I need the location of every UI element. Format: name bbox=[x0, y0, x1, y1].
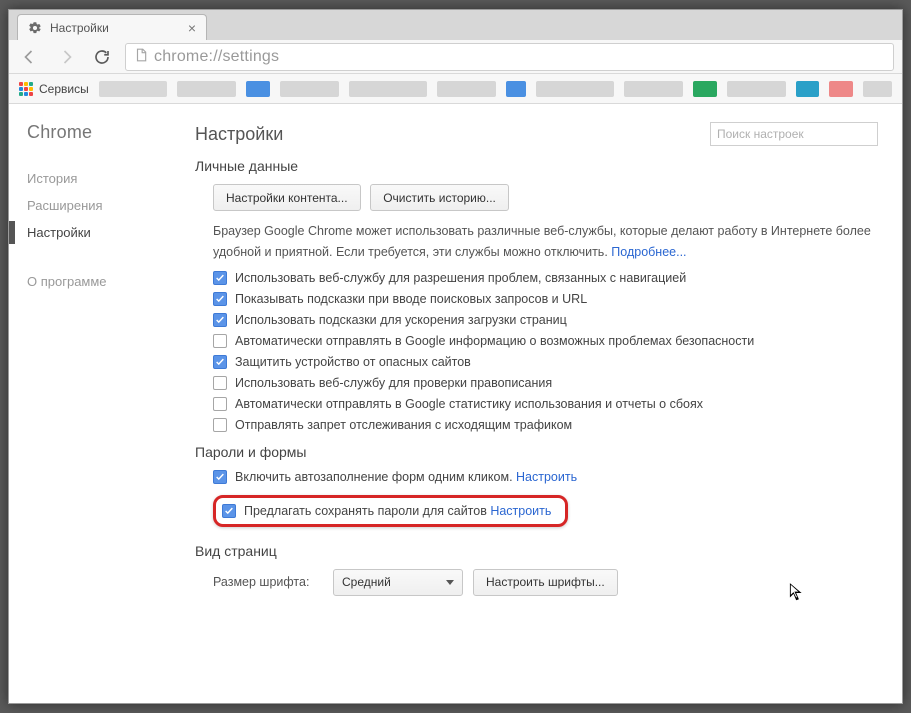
apps-label: Сервисы bbox=[39, 82, 89, 96]
settings-search-input[interactable] bbox=[710, 122, 878, 146]
checkbox-icon bbox=[213, 292, 227, 306]
sidebar-brand: Chrome bbox=[27, 122, 179, 143]
apps-button[interactable]: Сервисы bbox=[19, 82, 89, 96]
toolbar: chrome://settings bbox=[9, 40, 902, 74]
bookmark-item[interactable] bbox=[624, 81, 683, 97]
checkbox-icon bbox=[213, 418, 227, 432]
check-navigation[interactable]: Использовать веб-службу для разрешения п… bbox=[213, 271, 878, 285]
tab-settings[interactable]: Настройки × bbox=[17, 14, 207, 40]
check-save-passwords[interactable]: Предлагать сохранять пароли для сайтов Н… bbox=[222, 504, 551, 518]
section-view: Вид страниц bbox=[195, 543, 878, 559]
bookmark-item[interactable] bbox=[177, 81, 236, 97]
bookmark-item[interactable] bbox=[536, 81, 615, 97]
passwords-configure-link[interactable]: Настроить bbox=[490, 504, 551, 518]
bookmark-item[interactable] bbox=[863, 81, 892, 97]
browser-window: Настройки × chrome://settings bbox=[8, 9, 903, 704]
checkbox-icon bbox=[213, 271, 227, 285]
omnibox-url: chrome://settings bbox=[154, 48, 279, 66]
back-button[interactable] bbox=[17, 44, 43, 70]
check-suggest[interactable]: Показывать подсказки при вводе поисковых… bbox=[213, 292, 878, 306]
chevron-down-icon bbox=[446, 580, 454, 585]
page-icon bbox=[134, 48, 148, 65]
section-passwords: Пароли и формы bbox=[195, 444, 878, 460]
bookmark-item[interactable] bbox=[727, 81, 786, 97]
check-usage-stats[interactable]: Автоматически отправлять в Google статис… bbox=[213, 397, 878, 411]
forward-button[interactable] bbox=[53, 44, 79, 70]
learn-more-link[interactable]: Подробнее... bbox=[611, 245, 686, 259]
bookmarks-bar: Сервисы bbox=[9, 74, 902, 104]
autofill-configure-link[interactable]: Настроить bbox=[516, 470, 577, 484]
checkbox-icon bbox=[213, 470, 227, 484]
check-protect[interactable]: Защитить устройство от опасных сайтов bbox=[213, 355, 878, 369]
bookmark-item[interactable] bbox=[829, 81, 853, 97]
page-title: Настройки bbox=[195, 124, 283, 145]
bookmark-item[interactable] bbox=[437, 81, 496, 97]
sidebar-item-settings[interactable]: Настройки bbox=[27, 219, 179, 246]
personal-description: Браузер Google Chrome может использовать… bbox=[213, 221, 878, 264]
check-safebrowse-report[interactable]: Автоматически отправлять в Google информ… bbox=[213, 334, 878, 348]
check-dnt[interactable]: Отправлять запрет отслеживания с исходящ… bbox=[213, 418, 878, 432]
bookmark-item[interactable] bbox=[246, 81, 270, 97]
clear-history-button[interactable]: Очистить историю... bbox=[370, 184, 509, 211]
font-size-select[interactable]: Средний bbox=[333, 569, 463, 596]
gear-icon bbox=[28, 21, 42, 35]
customize-fonts-button[interactable]: Настроить шрифты... bbox=[473, 569, 618, 596]
bookmark-item[interactable] bbox=[506, 81, 526, 97]
font-size-label: Размер шрифта: bbox=[213, 575, 323, 589]
sidebar-item-extensions[interactable]: Расширения bbox=[27, 192, 179, 219]
omnibox[interactable]: chrome://settings bbox=[125, 43, 894, 71]
bookmark-item[interactable] bbox=[99, 81, 168, 97]
bookmark-item[interactable] bbox=[349, 81, 428, 97]
highlight-save-passwords: Предлагать сохранять пароли для сайтов Н… bbox=[213, 495, 568, 527]
close-icon[interactable]: × bbox=[188, 21, 196, 35]
section-personal: Личные данные bbox=[195, 158, 878, 174]
tab-strip: Настройки × bbox=[9, 10, 902, 40]
content: Chrome История Расширения Настройки О пр… bbox=[9, 104, 902, 703]
sidebar-item-about[interactable]: О программе bbox=[27, 268, 179, 295]
content-settings-button[interactable]: Настройки контента... bbox=[213, 184, 361, 211]
tab-title: Настройки bbox=[50, 21, 180, 35]
check-autofill[interactable]: Включить автозаполнение форм одним клико… bbox=[213, 470, 878, 484]
checkbox-icon bbox=[213, 397, 227, 411]
reload-button[interactable] bbox=[89, 44, 115, 70]
checkbox-icon bbox=[213, 313, 227, 327]
bookmark-item[interactable] bbox=[693, 81, 717, 97]
check-pageload[interactable]: Использовать подсказки для ускорения заг… bbox=[213, 313, 878, 327]
check-spelling[interactable]: Использовать веб-службу для проверки пра… bbox=[213, 376, 878, 390]
checkbox-icon bbox=[213, 376, 227, 390]
checkbox-icon bbox=[213, 334, 227, 348]
sidebar: Chrome История Расширения Настройки О пр… bbox=[9, 104, 179, 703]
sidebar-item-history[interactable]: История bbox=[27, 165, 179, 192]
bookmark-item[interactable] bbox=[796, 81, 820, 97]
checkbox-icon bbox=[222, 504, 236, 518]
checkbox-icon bbox=[213, 355, 227, 369]
settings-main: Настройки Личные данные Настройки контен… bbox=[179, 104, 902, 703]
apps-icon bbox=[19, 82, 33, 96]
bookmark-item[interactable] bbox=[280, 81, 339, 97]
